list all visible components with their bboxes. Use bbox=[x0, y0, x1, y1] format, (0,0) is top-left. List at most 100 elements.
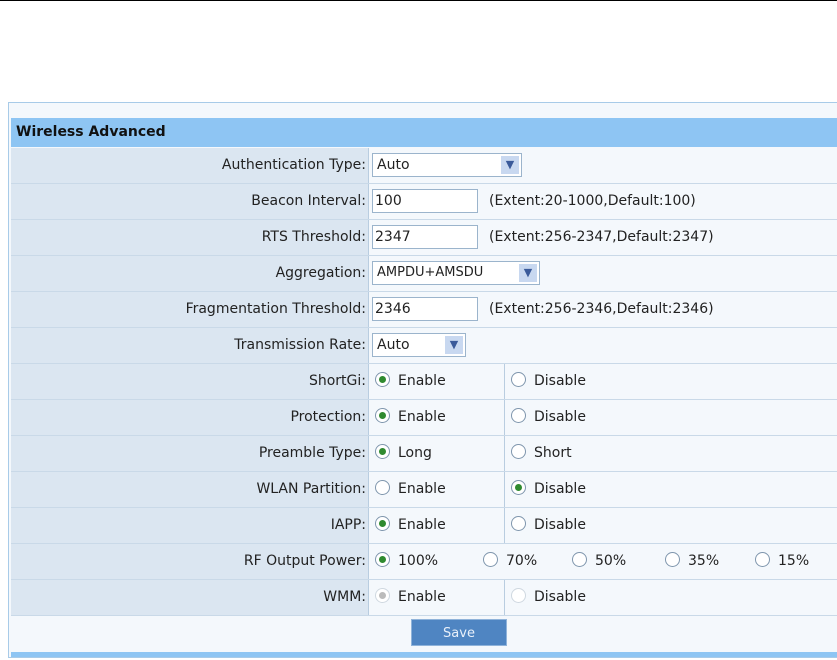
radio-icon[interactable] bbox=[375, 372, 390, 387]
wmm-option-0: Enable bbox=[375, 580, 446, 615]
option-label: 70% bbox=[506, 553, 538, 569]
hint: (Extent:20-1000,Default:100) bbox=[489, 193, 696, 209]
radio-icon[interactable] bbox=[375, 408, 390, 423]
radio-icon[interactable] bbox=[511, 480, 526, 495]
radio-icon[interactable] bbox=[511, 372, 526, 387]
spacer bbox=[11, 616, 369, 652]
row-wmm: WMM: Enable Disable bbox=[11, 580, 837, 616]
panel-title: Wireless Advanced bbox=[11, 118, 837, 147]
save-button[interactable]: Save bbox=[411, 619, 507, 646]
option-label: Enable bbox=[398, 409, 446, 425]
divider bbox=[504, 508, 505, 543]
row-preamble: Preamble Type: Long Short bbox=[11, 436, 837, 472]
radio-icon[interactable] bbox=[483, 552, 498, 567]
preamble-option-0[interactable]: Long bbox=[375, 436, 432, 471]
rf-option-1[interactable]: 70% bbox=[483, 544, 537, 579]
label: Beacon Interval: bbox=[11, 184, 369, 219]
protection-option-0[interactable]: Enable bbox=[375, 400, 446, 435]
option-label: Enable bbox=[398, 589, 446, 605]
option-label: Disable bbox=[534, 589, 586, 605]
rf-option-3[interactable]: 35% bbox=[665, 544, 719, 579]
wmm-option-1: Disable bbox=[511, 580, 586, 615]
aggregation-select[interactable]: AMPDU+AMSDU ▼ bbox=[372, 261, 540, 285]
divider bbox=[504, 580, 505, 615]
rf-option-0[interactable]: 100% bbox=[375, 544, 438, 579]
row-transmission-rate: Transmission Rate: Auto ▼ bbox=[11, 328, 837, 364]
row-beacon-interval: Beacon Interval: 100 (Extent:20-1000,Defa… bbox=[11, 184, 837, 220]
label: Fragmentation Threshold: bbox=[11, 292, 369, 327]
divider bbox=[504, 436, 505, 471]
row-fragmentation-threshold: Fragmentation Threshold: 2346 (Extent:256… bbox=[11, 292, 837, 328]
shortgi-option-1[interactable]: Disable bbox=[511, 364, 586, 399]
label: Transmission Rate: bbox=[11, 328, 369, 363]
authentication-type-select[interactable]: Auto ▼ bbox=[372, 153, 522, 177]
label: Preamble Type: bbox=[11, 436, 369, 471]
row-wlan: WLAN Partition: Enable Disable bbox=[11, 472, 837, 508]
radio-icon[interactable] bbox=[375, 552, 390, 567]
radio-icon[interactable] bbox=[755, 552, 770, 567]
footer-bar bbox=[11, 652, 837, 657]
shortgi-option-0[interactable]: Enable bbox=[375, 364, 446, 399]
label: WMM: bbox=[11, 580, 369, 615]
label: WLAN Partition: bbox=[11, 472, 369, 507]
label: Protection: bbox=[11, 400, 369, 435]
label: IAPP: bbox=[11, 508, 369, 543]
row-aggregation: Aggregation: AMPDU+AMSDU ▼ bbox=[11, 256, 837, 292]
label: Aggregation: bbox=[11, 256, 369, 291]
label: RF Output Power: bbox=[11, 544, 369, 579]
beacon-interval-input[interactable]: 100 bbox=[372, 189, 478, 213]
radio-icon[interactable] bbox=[572, 552, 587, 567]
option-label: Short bbox=[534, 445, 572, 461]
divider bbox=[504, 364, 505, 399]
wlan-option-1[interactable]: Disable bbox=[511, 472, 586, 507]
radio-icon[interactable] bbox=[665, 552, 680, 567]
rf-option-2[interactable]: 50% bbox=[572, 544, 626, 579]
option-label: 100% bbox=[398, 553, 439, 569]
fragmentation-threshold-input[interactable]: 2346 bbox=[372, 297, 478, 321]
preamble-option-1[interactable]: Short bbox=[511, 436, 572, 471]
row-protection: Protection: Enable Disable bbox=[11, 400, 837, 436]
label: ShortGi: bbox=[11, 364, 369, 399]
option-label: Disable bbox=[534, 481, 586, 497]
option-label: Disable bbox=[534, 517, 586, 533]
transmission-rate-select[interactable]: Auto ▼ bbox=[372, 333, 466, 357]
option-label: Enable bbox=[398, 481, 446, 497]
option-label: Enable bbox=[398, 517, 446, 533]
wireless-advanced-panel: Wireless Advanced Authentication Type: A… bbox=[8, 102, 837, 658]
row-shortgi: ShortGi: Enable Disable bbox=[11, 364, 837, 400]
iapp-option-1[interactable]: Disable bbox=[511, 508, 586, 543]
radio-icon[interactable] bbox=[511, 444, 526, 459]
radio-icon[interactable] bbox=[375, 516, 390, 531]
option-label: Enable bbox=[398, 373, 446, 389]
iapp-option-0[interactable]: Enable bbox=[375, 508, 446, 543]
radio-icon bbox=[375, 588, 390, 603]
divider bbox=[504, 472, 505, 507]
option-label: Disable bbox=[534, 373, 586, 389]
selected-value: AMPDU+AMSDU bbox=[377, 265, 484, 280]
hint: (Extent:256-2347,Default:2347) bbox=[489, 229, 714, 245]
selected-value: Auto bbox=[377, 157, 410, 173]
row-save: Save bbox=[11, 616, 837, 652]
chevron-down-icon: ▼ bbox=[501, 156, 519, 174]
option-label: 50% bbox=[595, 553, 627, 569]
protection-option-1[interactable]: Disable bbox=[511, 400, 586, 435]
row-authentication-type: Authentication Type: Auto ▼ bbox=[11, 148, 837, 184]
radio-icon[interactable] bbox=[511, 408, 526, 423]
option-label: 15% bbox=[778, 553, 810, 569]
wlan-option-0[interactable]: Enable bbox=[375, 472, 446, 507]
radio-icon[interactable] bbox=[375, 444, 390, 459]
selected-value: Auto bbox=[377, 337, 410, 353]
row-rts-threshold: RTS Threshold: 2347 (Extent:256-2347,Defa… bbox=[11, 220, 837, 256]
top-divider bbox=[0, 0, 837, 1]
radio-icon[interactable] bbox=[375, 480, 390, 495]
hint: (Extent:256-2346,Default:2346) bbox=[489, 301, 714, 317]
radio-icon bbox=[511, 588, 526, 603]
rts-threshold-input[interactable]: 2347 bbox=[372, 225, 478, 249]
radio-icon[interactable] bbox=[511, 516, 526, 531]
row-rf: RF Output Power: 100% 70% 50% 35% 15% bbox=[11, 544, 837, 580]
label: RTS Threshold: bbox=[11, 220, 369, 255]
option-label: Long bbox=[398, 445, 432, 461]
chevron-down-icon: ▼ bbox=[445, 336, 463, 354]
rf-option-4[interactable]: 15% bbox=[755, 544, 809, 579]
row-iapp: IAPP: Enable Disable bbox=[11, 508, 837, 544]
